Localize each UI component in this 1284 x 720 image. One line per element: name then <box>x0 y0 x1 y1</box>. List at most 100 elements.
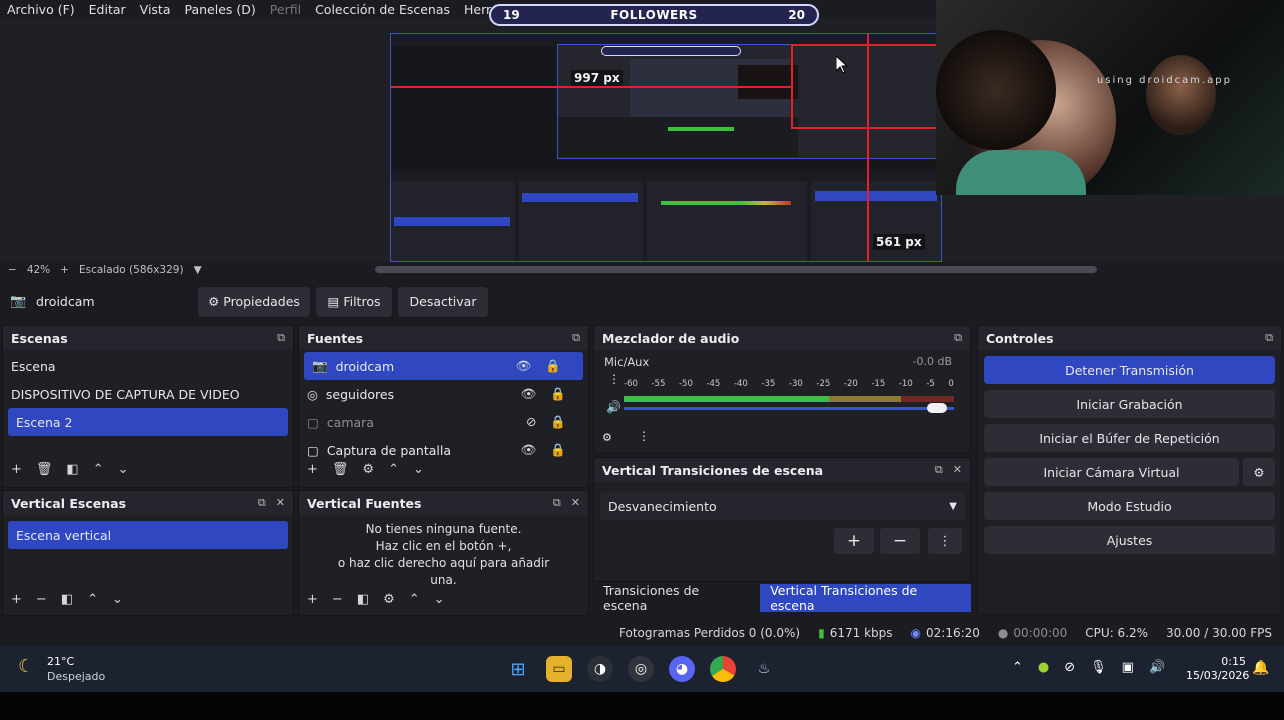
gear-icon[interactable]: ⚙ <box>383 592 395 607</box>
menu-vista[interactable]: Vista <box>140 2 171 17</box>
volume-slider[interactable] <box>624 403 954 413</box>
network-icon[interactable]: ⊘ <box>1064 660 1075 675</box>
chevron-up-icon[interactable]: ⌃ <box>93 462 104 477</box>
steam-icon[interactable]: ♨ <box>751 656 777 682</box>
menu-editar[interactable]: Editar <box>89 2 126 17</box>
source-item[interactable]: 📷 droidcam 👁 🔒 <box>304 352 583 380</box>
preview-canvas[interactable]: 997 px 561 px <box>390 33 942 262</box>
filter-icon[interactable]: ◧ <box>357 592 369 607</box>
menu-coleccion[interactable]: Colección de Escenas <box>315 2 450 17</box>
undock-icon[interactable]: ⧉ <box>277 331 285 345</box>
add-icon[interactable]: + <box>11 592 22 607</box>
remove-transition-button[interactable]: − <box>880 528 920 554</box>
undock-icon[interactable]: ⧉ <box>572 331 580 345</box>
undock-icon[interactable]: ⧉ <box>553 496 561 510</box>
lock-icon[interactable]: 🔒 <box>550 414 566 430</box>
virtual-camera-button[interactable]: Iniciar Cámara Virtual <box>984 458 1239 486</box>
chevron-up-icon[interactable]: ⌃ <box>87 592 98 607</box>
clock[interactable]: 0:15 15/03/2026 <box>1186 655 1249 683</box>
chevron-down-icon[interactable]: ⌄ <box>112 592 123 607</box>
mixer-settings-icon[interactable]: ⚙ <box>602 431 612 444</box>
empty-sources-message[interactable]: No tienes ninguna fuente. Haz clic en el… <box>299 521 588 589</box>
filters-button[interactable]: ▤ Filtros <box>316 286 392 317</box>
nested-scenes <box>391 181 515 261</box>
chevron-up-icon[interactable]: ⌃ <box>409 592 420 607</box>
lock-icon[interactable]: 🔒 <box>545 358 561 374</box>
undock-icon[interactable]: ⧉ <box>1265 331 1273 345</box>
chevron-up-icon[interactable]: ⌃ <box>388 462 399 477</box>
app-icon[interactable]: ◑ <box>587 656 613 682</box>
filter-icon[interactable]: ◧ <box>66 462 78 477</box>
chevron-down-icon[interactable]: ⌄ <box>118 462 129 477</box>
replay-buffer-button[interactable]: Iniciar el Búfer de Repetición <box>984 424 1275 452</box>
remove-icon[interactable]: − <box>36 592 47 607</box>
volume-icon[interactable]: 🔊 <box>1149 660 1165 675</box>
preview-area[interactable]: 997 px 561 px using droidcam.app <box>0 0 1284 262</box>
menu-perfil[interactable]: Perfil <box>270 2 301 17</box>
scene-item[interactable]: DISPOSITIVO DE CAPTURA DE VIDEO <box>3 380 293 408</box>
chevron-down-icon[interactable]: ⌄ <box>434 592 445 607</box>
scale-dropdown-icon[interactable]: ▼ <box>194 264 202 276</box>
close-icon[interactable]: ✕ <box>276 496 285 510</box>
close-icon[interactable]: ✕ <box>571 496 580 510</box>
chevron-down-icon[interactable]: ⌄ <box>413 462 424 477</box>
properties-button[interactable]: ⚙ Propiedades <box>198 286 310 317</box>
zoom-out-icon[interactable]: − <box>8 264 17 276</box>
eye-hidden-icon[interactable]: ⊘ <box>526 414 536 430</box>
add-icon[interactable]: + <box>307 462 318 477</box>
vertical-scene-item[interactable]: Escena vertical <box>8 521 288 549</box>
undock-icon[interactable]: ⧉ <box>258 496 266 510</box>
gear-icon[interactable]: ⚙ <box>1243 458 1275 486</box>
remove-icon[interactable]: − <box>332 592 343 607</box>
eye-icon[interactable]: 👁 <box>516 358 532 374</box>
microphone-icon[interactable]: 🎙 <box>1090 660 1107 675</box>
more-icon[interactable]: ⋮ <box>608 372 620 386</box>
display-icon[interactable]: ▣ <box>1122 660 1134 675</box>
discord-icon[interactable]: ◕ <box>669 656 695 682</box>
filter-icon[interactable]: ◧ <box>61 592 73 607</box>
windows-start-icon[interactable]: ⊞ <box>505 656 531 682</box>
transition-select[interactable]: Desvanecimiento ▼ <box>600 492 965 520</box>
zoom-in-icon[interactable]: + <box>60 264 69 276</box>
scene-item[interactable]: Escena <box>3 352 293 380</box>
lock-icon[interactable]: 🔒 <box>550 386 566 402</box>
add-icon[interactable]: + <box>307 592 318 607</box>
undock-icon[interactable]: ⧉ <box>954 331 962 345</box>
scene-item-selected[interactable]: Escena 2 <box>8 408 288 436</box>
eye-icon[interactable]: 👁 <box>521 386 537 402</box>
tray-app-icon[interactable]: ● <box>1038 660 1049 675</box>
start-recording-button[interactable]: Iniciar Grabación <box>984 390 1275 418</box>
obs-icon[interactable]: ◎ <box>628 656 654 682</box>
menu-paneles[interactable]: Paneles (D) <box>185 2 256 17</box>
studio-mode-button[interactable]: Modo Estudio <box>984 492 1275 520</box>
chevron-up-icon[interactable]: ⌃ <box>1012 660 1023 675</box>
source-item[interactable]: ▢ Captura de pantalla 👁 🔒 <box>299 436 588 464</box>
mixer-menu-icon[interactable]: ⋮ <box>638 429 650 443</box>
close-icon[interactable]: ✕ <box>953 463 962 477</box>
trash-icon[interactable]: 🗑 <box>332 462 349 477</box>
deactivate-button[interactable]: Desactivar <box>398 286 488 317</box>
preview-scrollbar[interactable] <box>375 266 1097 273</box>
sources-dock-header: Fuentes ⧉ <box>299 326 588 350</box>
selection-box[interactable] <box>791 44 941 129</box>
file-explorer-icon[interactable]: ▭ <box>546 656 572 682</box>
tab-scene-transitions[interactable]: Transiciones de escena <box>593 583 754 613</box>
gear-icon[interactable]: ⚙ <box>362 462 374 477</box>
menu-archivo[interactable]: Archivo (F) <box>7 2 75 17</box>
volume-handle[interactable] <box>927 403 948 413</box>
chrome-icon[interactable] <box>710 656 736 682</box>
undock-icon[interactable]: ⧉ <box>935 463 943 477</box>
trash-icon[interactable]: 🗑 <box>36 462 53 477</box>
lock-icon[interactable]: 🔒 <box>550 442 566 458</box>
notification-icon[interactable]: 🔔 <box>1252 660 1269 676</box>
eye-icon[interactable]: 👁 <box>521 442 537 458</box>
transition-menu-button[interactable]: ⋮ <box>928 528 962 554</box>
add-icon[interactable]: + <box>11 462 22 477</box>
stop-stream-button[interactable]: Detener Transmisión <box>984 356 1275 384</box>
settings-button[interactable]: Ajustes <box>984 526 1275 554</box>
source-item[interactable]: ▢ camara ⊘ 🔒 <box>299 408 588 436</box>
speaker-icon[interactable]: 🔊 <box>606 400 621 414</box>
tab-vertical-transitions[interactable]: Vertical Transiciones de escena <box>760 583 971 613</box>
source-item[interactable]: ◎ seguidores 👁 🔒 <box>299 380 588 408</box>
add-transition-button[interactable]: + <box>834 528 874 554</box>
